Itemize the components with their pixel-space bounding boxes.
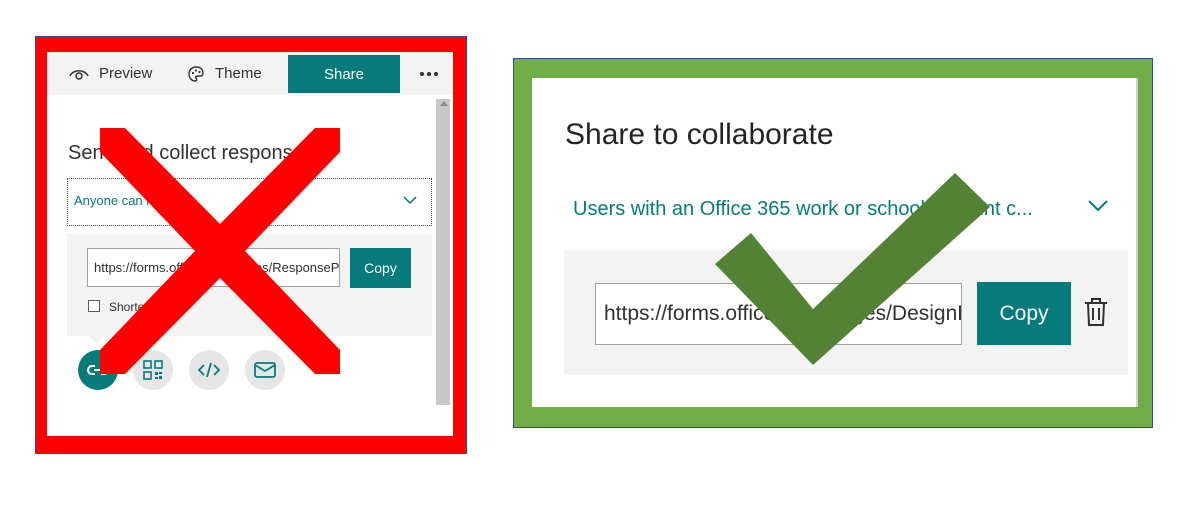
more-ellipsis-icon xyxy=(420,71,438,76)
shorten-url-checkbox[interactable] xyxy=(88,300,100,312)
chevron-down-icon[interactable] xyxy=(1088,200,1108,212)
preview-button[interactable]: Preview xyxy=(69,52,152,95)
preview-label: Preview xyxy=(99,65,153,82)
green-check-icon xyxy=(715,173,990,365)
theme-button[interactable]: Theme xyxy=(187,52,262,95)
copy-button[interactable]: Copy xyxy=(350,248,411,288)
red-x-icon xyxy=(100,128,340,374)
panel-edge xyxy=(1136,78,1138,407)
more-options-button[interactable] xyxy=(419,52,439,95)
scrollbar[interactable] xyxy=(436,99,450,405)
trash-icon[interactable] xyxy=(1083,297,1109,327)
share-collaborate-heading: Share to collaborate xyxy=(565,118,834,151)
palette-icon xyxy=(188,65,204,82)
share-tab-button[interactable]: Share xyxy=(288,55,400,93)
copy-button[interactable]: Copy xyxy=(977,282,1071,345)
scroll-up-arrow-icon[interactable] xyxy=(440,101,448,106)
theme-label: Theme xyxy=(215,65,262,82)
forms-toolbar: Preview Theme Share xyxy=(47,52,453,95)
chevron-down-icon xyxy=(403,196,417,204)
eye-icon xyxy=(69,69,89,80)
